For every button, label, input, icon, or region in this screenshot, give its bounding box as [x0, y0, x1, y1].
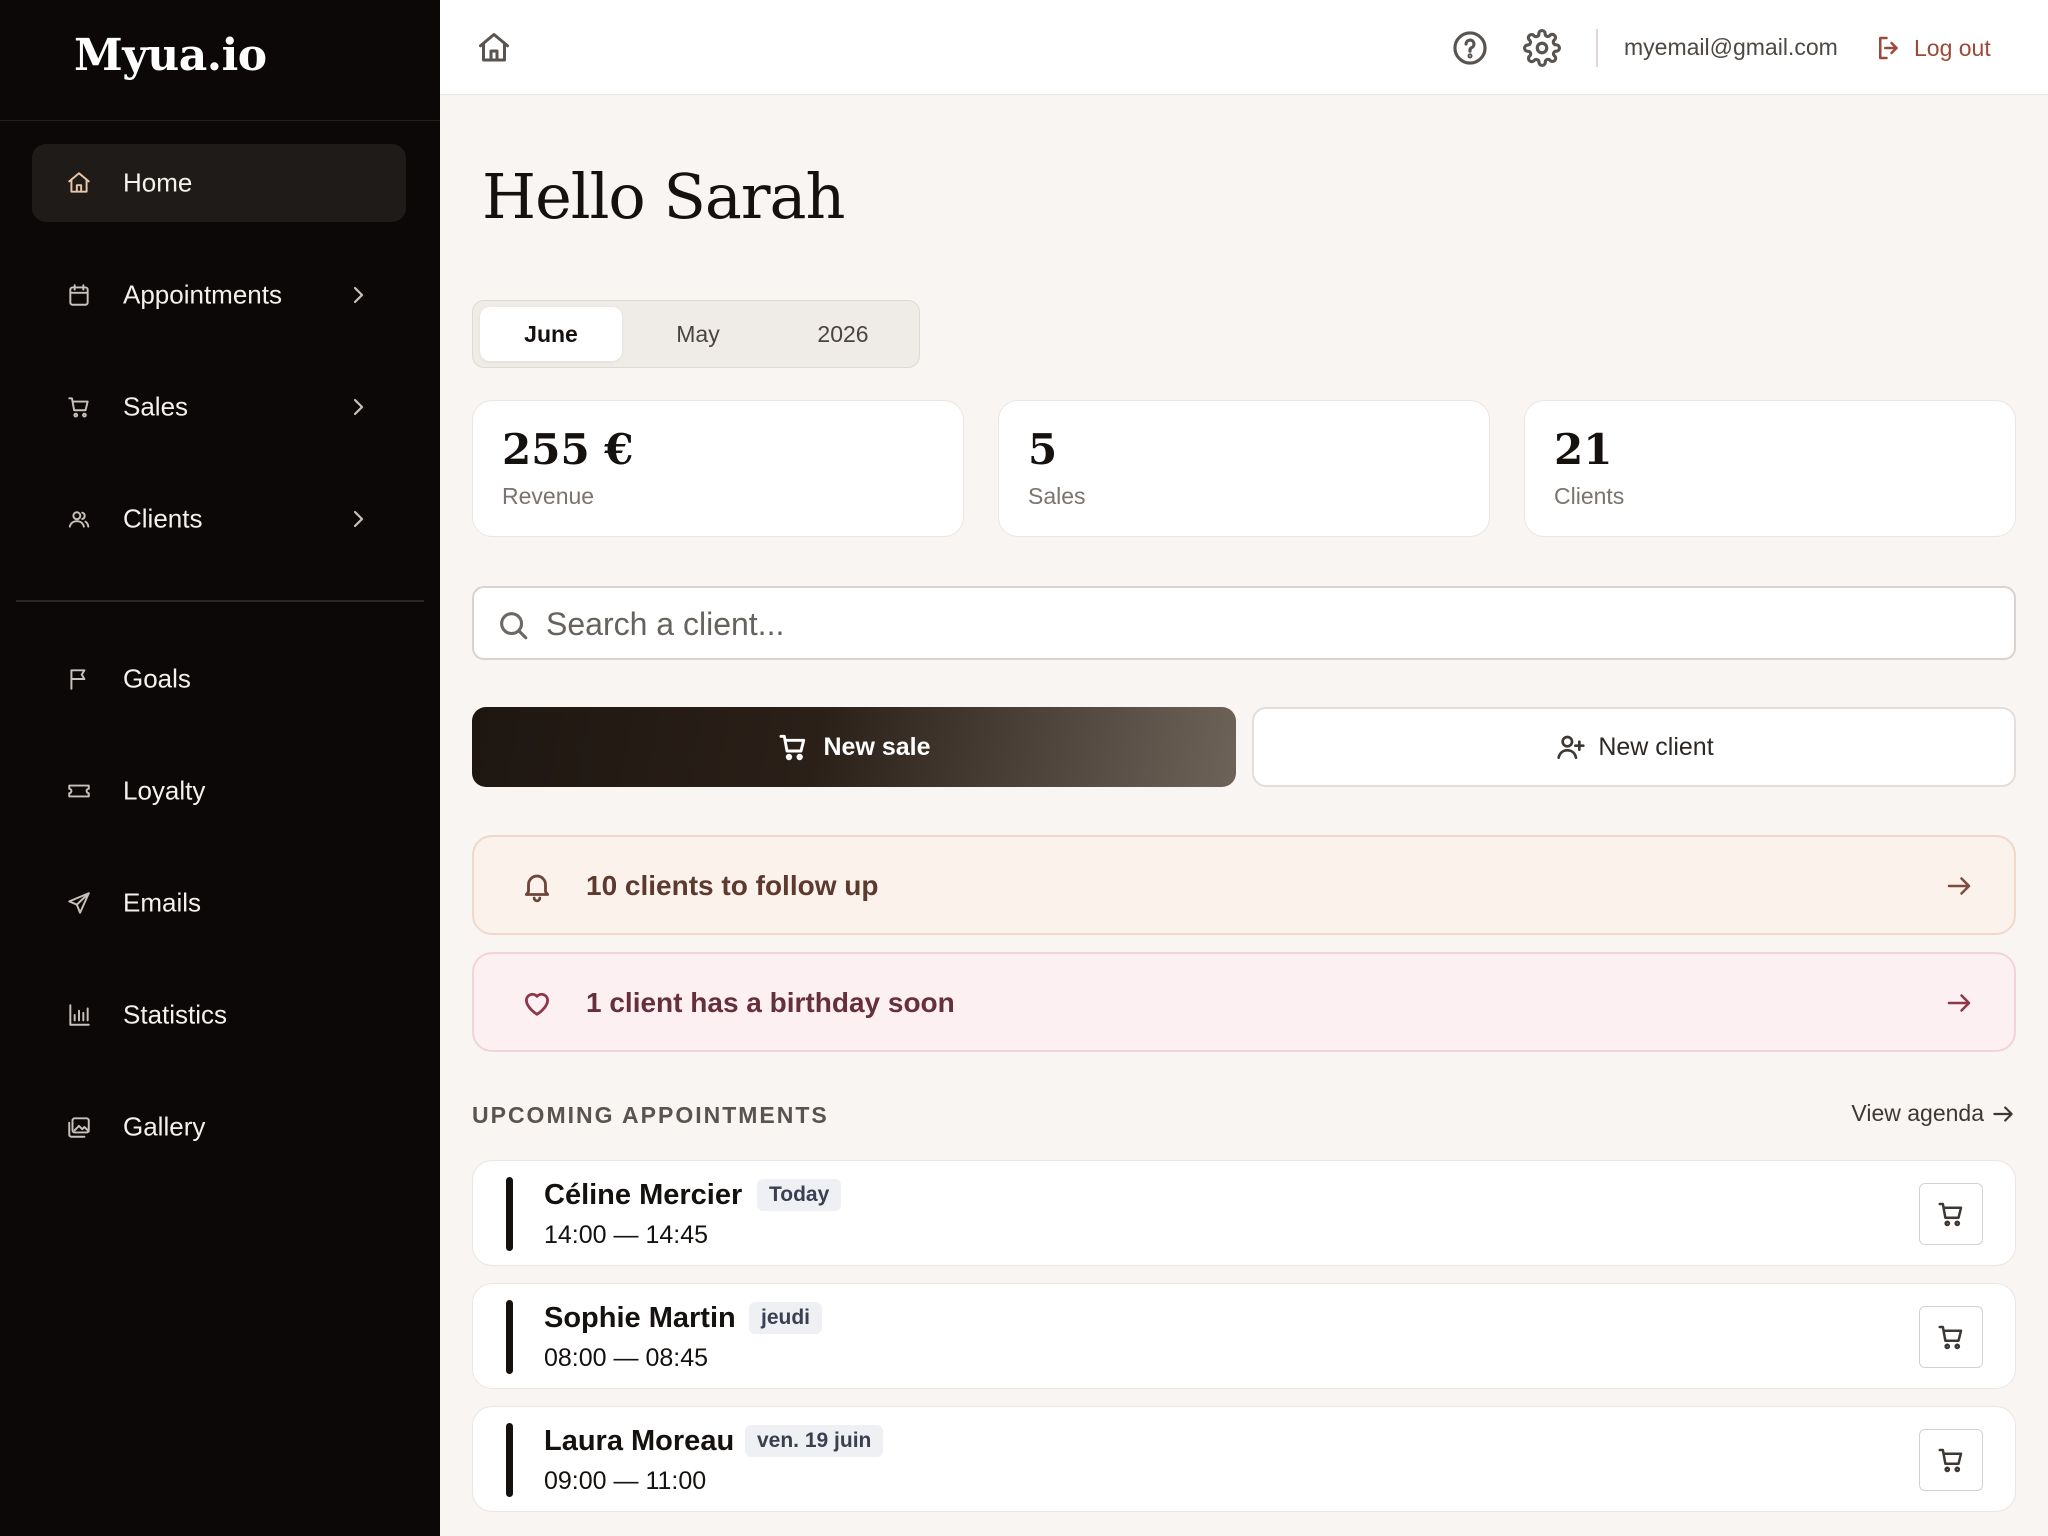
topbar-divider: [1596, 29, 1598, 67]
chevron-right-icon: [346, 395, 370, 419]
sidebar-item-appointments[interactable]: Appointments: [32, 256, 406, 334]
sidebar-item-label: Home: [123, 167, 193, 198]
stat-label: Sales: [1028, 483, 1086, 509]
sidebar: Myua.io Home Appointments Sales Clients …: [0, 0, 440, 1536]
sidebar-divider: [0, 120, 440, 121]
appointment-date-badge: Today: [757, 1179, 842, 1211]
logout-icon: [1879, 36, 1898, 60]
appointment-client-name: Sophie Martin: [544, 1302, 736, 1334]
sidebar-item-label: Clients: [123, 503, 203, 534]
users-icon: [66, 506, 92, 532]
settings-icon[interactable]: [1523, 29, 1561, 67]
view-agenda-link[interactable]: View agenda: [1851, 1100, 2016, 1127]
sidebar-item-label: Appointments: [123, 279, 282, 310]
heart-icon: [520, 986, 554, 1020]
arrow-right-icon: [1944, 871, 1974, 901]
appointment-indicator: [506, 1423, 513, 1497]
user-plus-icon: [1557, 735, 1585, 759]
appointment-time: 08:00 — 08:45: [544, 1344, 709, 1372]
stat-value: 5: [1028, 425, 1058, 474]
search-input[interactable]: [546, 598, 1986, 650]
stat-card-clients: 21 Clients: [1524, 400, 2016, 537]
cart-icon: [66, 394, 92, 420]
chevron-right-icon: [346, 507, 370, 531]
sidebar-item-label: Goals: [123, 663, 191, 694]
appointment-indicator: [506, 1300, 513, 1374]
new-sale-button[interactable]: New sale: [472, 707, 1236, 787]
sidebar-item-loyalty[interactable]: Loyalty: [32, 752, 406, 830]
sidebar-item-goals[interactable]: Goals: [32, 640, 406, 718]
help-icon[interactable]: [1451, 29, 1489, 67]
user-email: myemail@gmail.com: [1624, 34, 1838, 60]
arrow-right-icon: [1993, 1105, 2013, 1122]
tab-year[interactable]: 2026: [773, 307, 913, 361]
sidebar-item-sales[interactable]: Sales: [32, 368, 406, 446]
birthday-alert-text: 1 client has a birthday soon: [586, 987, 955, 1018]
appointment-card[interactable]: Laura Moreau ven. 19 juin 09:00 — 11:00: [472, 1406, 2016, 1512]
flag-icon: [66, 666, 92, 692]
stat-card-sales: 5 Sales: [998, 400, 1490, 537]
send-icon: [66, 890, 92, 916]
logout-button[interactable]: Log out: [1874, 30, 1991, 66]
home-icon[interactable]: [476, 30, 512, 66]
tab-may[interactable]: May: [630, 307, 766, 361]
search-icon: [496, 608, 530, 642]
page-title: Hello Sarah: [482, 160, 845, 233]
client-search: [472, 586, 2016, 660]
appointment-client-name: Laura Moreau: [544, 1425, 735, 1457]
logout-label: Log out: [1914, 34, 1991, 61]
appointment-date-badge: jeudi: [749, 1302, 823, 1334]
cart-icon: [1938, 1202, 1963, 1227]
bar-chart-icon: [66, 1002, 92, 1028]
stat-label: Revenue: [502, 483, 595, 509]
images-icon: [66, 1114, 92, 1140]
tab-june[interactable]: June: [480, 307, 622, 361]
sidebar-item-label: Loyalty: [123, 775, 206, 806]
cart-icon: [1938, 1325, 1963, 1350]
appointment-card[interactable]: Sophie Martin jeudi 08:00 — 08:45: [472, 1283, 2016, 1389]
appointment-sale-button[interactable]: [1919, 1429, 1983, 1491]
appointment-indicator: [506, 1177, 513, 1251]
cart-icon: [780, 734, 806, 761]
chevron-right-icon: [346, 283, 370, 307]
stat-label: Clients: [1554, 483, 1625, 509]
stat-value: 21: [1554, 425, 1613, 474]
stat-value: 255 €: [502, 425, 634, 474]
sidebar-item-label: Gallery: [123, 1111, 206, 1142]
bell-icon: [520, 869, 554, 903]
stat-card-revenue: 255 € Revenue: [472, 400, 964, 537]
followup-alert-text: 10 clients to follow up: [586, 870, 879, 901]
birthday-alert[interactable]: 1 client has a birthday soon: [472, 952, 2016, 1052]
new-client-label: New client: [1598, 732, 1714, 761]
ticket-icon: [66, 778, 92, 804]
arrow-right-icon: [1944, 988, 1974, 1018]
appointment-client-name: Céline Mercier: [544, 1179, 743, 1211]
appointment-time: 14:00 — 14:45: [544, 1221, 709, 1249]
appointment-date-badge: ven. 19 juin: [745, 1425, 884, 1457]
new-client-button[interactable]: New client: [1252, 707, 2016, 787]
sidebar-item-gallery[interactable]: Gallery: [32, 1088, 406, 1166]
view-agenda-label: View agenda: [1851, 1100, 1984, 1126]
appointment-sale-button[interactable]: [1919, 1306, 1983, 1368]
appointment-time: 09:00 — 11:00: [544, 1467, 707, 1495]
calendar-icon: [66, 282, 92, 308]
sidebar-item-emails[interactable]: Emails: [32, 864, 406, 942]
app-logo[interactable]: Myua.io: [74, 30, 267, 81]
appointment-card[interactable]: Céline Mercier Today 14:00 — 14:45: [472, 1160, 2016, 1266]
sidebar-item-label: Statistics: [123, 999, 228, 1030]
sidebar-item-statistics[interactable]: Statistics: [32, 976, 406, 1054]
home-icon: [66, 170, 92, 196]
cart-icon: [1938, 1448, 1963, 1473]
sidebar-item-clients[interactable]: Clients: [32, 480, 406, 558]
sidebar-divider: [16, 600, 424, 602]
period-tabs: June May 2026: [472, 300, 920, 368]
sidebar-item-label: Emails: [123, 887, 202, 918]
sidebar-item-label: Sales: [123, 391, 189, 422]
appointment-sale-button[interactable]: [1919, 1183, 1983, 1245]
new-sale-label: New sale: [823, 732, 931, 761]
upcoming-appointments-title: UPCOMING APPOINTMENTS: [472, 1102, 829, 1128]
sidebar-item-home[interactable]: Home: [32, 144, 406, 222]
topbar: myemail@gmail.com Log out: [440, 0, 2048, 95]
followup-alert[interactable]: 10 clients to follow up: [472, 835, 2016, 935]
